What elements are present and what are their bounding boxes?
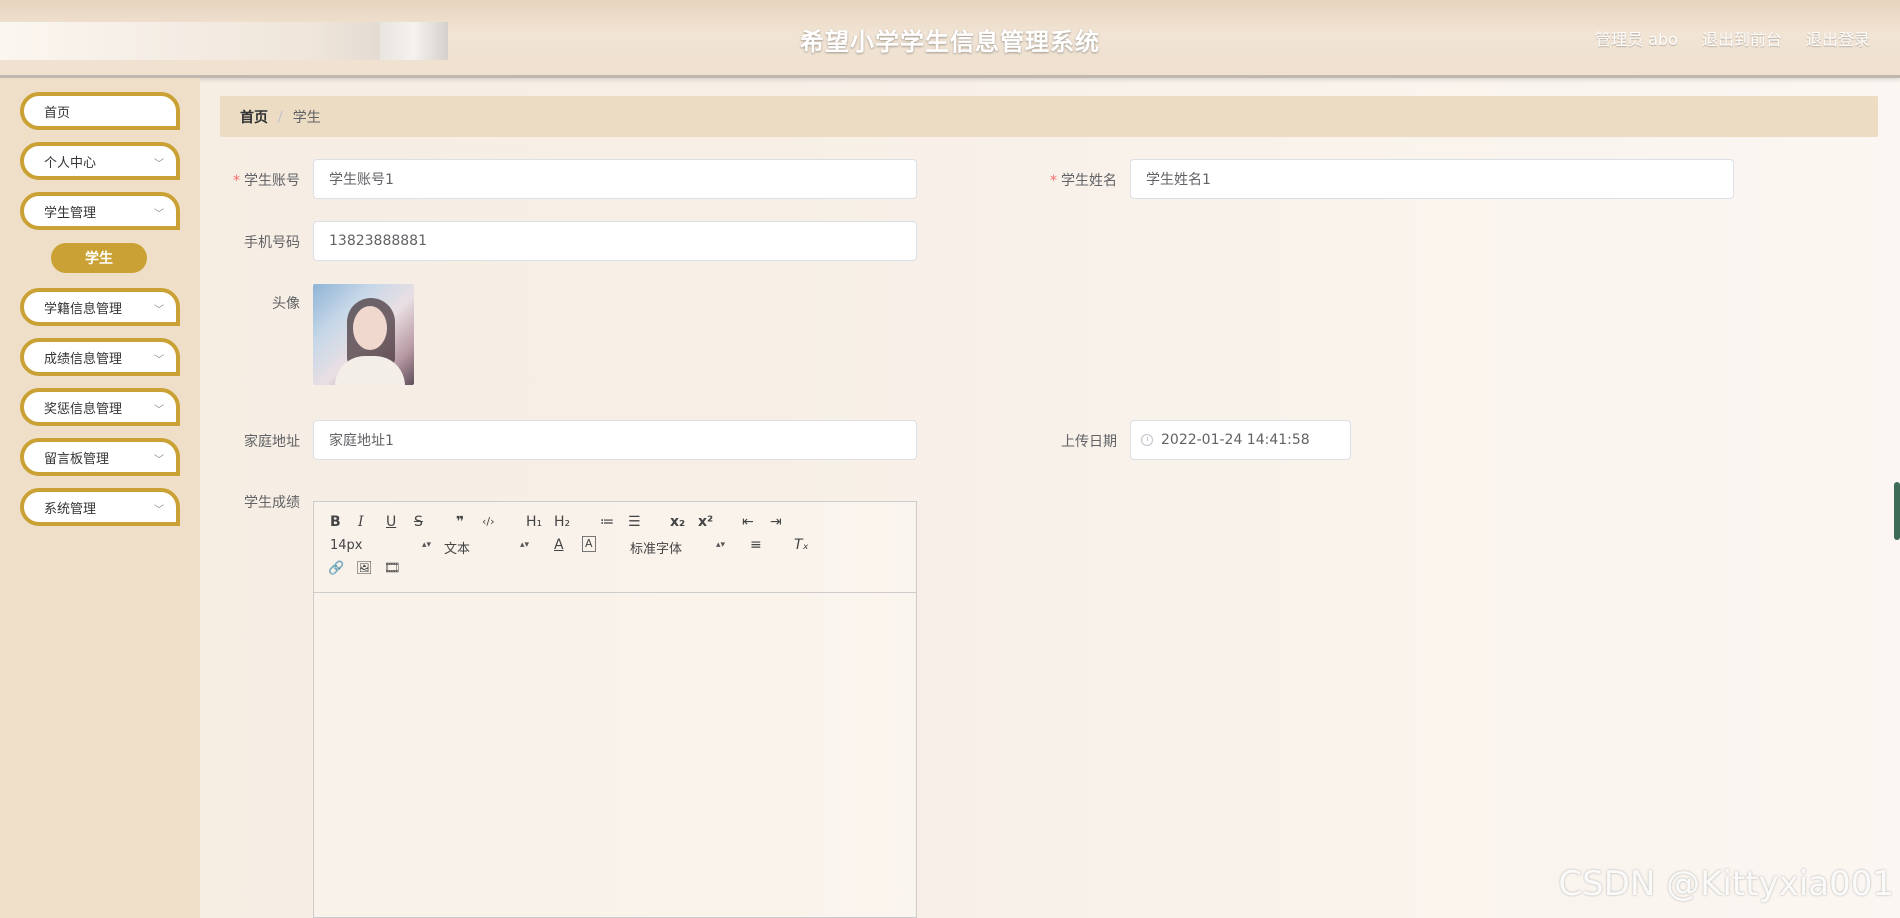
- avatar-label: 头像: [272, 296, 300, 312]
- header1-button[interactable]: H₁: [526, 513, 542, 531]
- current-user-label: 管理员 abo: [1595, 30, 1678, 49]
- logout-link[interactable]: 退出登录: [1806, 26, 1870, 50]
- align-icon[interactable]: ≡: [750, 536, 762, 554]
- required-mark: *: [1050, 173, 1057, 189]
- blockquote-icon[interactable]: ❞: [456, 513, 464, 531]
- bold-button[interactable]: B: [330, 513, 341, 531]
- sidebar-subitem-student[interactable]: 学生: [51, 243, 147, 273]
- sidebar-item-label: 奖惩信息管理: [44, 401, 123, 417]
- student-account-input[interactable]: 学生账号1: [313, 159, 917, 199]
- header2-button[interactable]: H₂: [554, 513, 570, 531]
- chevron-down-icon: ﹀: [154, 355, 164, 366]
- header-links: 管理员 abo 退出到前台 退出登录: [1595, 26, 1870, 50]
- editor-toolbar: B I U S ❞ ‹/› H₁ H₂ ≔ ☰ x₂ x² ⇤ ⇥ 14px ▴…: [314, 502, 916, 593]
- font-size-select[interactable]: 14px ▴▾: [330, 538, 431, 553]
- header-value: 文本: [444, 542, 471, 557]
- address-input[interactable]: 家庭地址1: [313, 420, 917, 460]
- background-color-icon[interactable]: A: [582, 536, 596, 552]
- select-arrows-icon: ▴▾: [716, 540, 726, 550]
- sidebar-item-rewards[interactable]: 奖惩信息管理 ﹀: [20, 388, 180, 426]
- chevron-down-icon: ﹀: [154, 505, 164, 516]
- clear-format-icon[interactable]: Tₓ: [794, 536, 809, 554]
- font-color-icon[interactable]: A: [554, 536, 564, 554]
- name-label: * 学生姓名: [1017, 170, 1117, 190]
- breadcrumb-separator: /: [278, 108, 283, 125]
- avatar-face: [353, 306, 387, 350]
- link-icon[interactable]: 🔗: [328, 560, 344, 578]
- bullet-list-icon[interactable]: ☰: [628, 513, 641, 531]
- italic-button[interactable]: I: [358, 513, 364, 531]
- student-name-input[interactable]: 学生姓名1: [1130, 159, 1734, 199]
- breadcrumb-current: 学生: [292, 109, 321, 126]
- top-header: 希望小学学生信息管理系统 管理员 abo 退出到前台 退出登录: [0, 0, 1900, 78]
- sidebar-item-home[interactable]: 首页: [20, 92, 180, 130]
- required-mark: *: [233, 173, 240, 189]
- chevron-down-icon: ﹀: [154, 405, 164, 416]
- sidebar-item-message-board[interactable]: 留言板管理 ﹀: [20, 438, 180, 476]
- select-arrows-icon: ▴▾: [520, 540, 530, 550]
- avatar-image[interactable]: [313, 284, 414, 385]
- clock-icon: [1141, 434, 1153, 446]
- subscript-button[interactable]: x₂: [670, 513, 685, 531]
- phone-input[interactable]: 13823888881: [313, 221, 917, 261]
- chevron-down-icon: ﹀: [154, 159, 164, 170]
- sidebar-item-personal-center[interactable]: 个人中心 ﹀: [20, 142, 180, 180]
- breadcrumb: 首页 / 学生: [220, 96, 1878, 137]
- strike-button[interactable]: S: [414, 513, 423, 531]
- score-rich-text-editor: B I U S ❞ ‹/› H₁ H₂ ≔ ☰ x₂ x² ⇤ ⇥ 14px ▴…: [313, 501, 917, 918]
- sidebar-item-student-management[interactable]: 学生管理 ﹀: [20, 192, 180, 230]
- sidebar-item-system[interactable]: 系统管理 ﹀: [20, 488, 180, 526]
- outdent-icon[interactable]: ⇤: [742, 513, 754, 531]
- code-block-icon[interactable]: ‹/›: [482, 513, 495, 531]
- image-icon[interactable]: 🖼: [356, 560, 373, 578]
- sidebar-item-label: 学籍信息管理: [44, 301, 123, 317]
- date-label: 上传日期: [1061, 434, 1117, 450]
- sidebar-item-label: 首页: [44, 105, 71, 121]
- superscript-button[interactable]: x²: [698, 513, 713, 531]
- sidebar-item-label: 系统管理: [44, 501, 97, 517]
- score-label: 学生成绩: [244, 495, 300, 511]
- font-size-value: 14px: [330, 538, 363, 553]
- account-label: * 学生账号: [200, 170, 300, 190]
- header-select[interactable]: 文本 ▴▾: [444, 538, 534, 557]
- sidebar-item-enrollment[interactable]: 学籍信息管理 ﹀: [20, 288, 180, 326]
- watermark: CSDN @Kittyxia001: [1558, 864, 1894, 904]
- upload-date-picker[interactable]: 2022-01-24 14:41:58: [1130, 420, 1351, 460]
- select-arrows-icon: ▴▾: [422, 540, 432, 550]
- upload-date-value: 2022-01-24 14:41:58: [1161, 432, 1310, 448]
- chevron-down-icon: ﹀: [154, 305, 164, 316]
- exit-to-front-link[interactable]: 退出到前台: [1702, 26, 1782, 50]
- font-family-select[interactable]: 标准字体 ▴▾: [630, 538, 730, 557]
- sidebar-item-label: 成绩信息管理: [44, 351, 123, 367]
- scrollbar-handle[interactable]: [1894, 482, 1900, 540]
- font-family-value: 标准字体: [630, 542, 683, 557]
- sidebar-item-label: 个人中心: [44, 155, 97, 171]
- chevron-down-icon: ﹀: [154, 455, 164, 466]
- underline-button[interactable]: U: [386, 513, 396, 531]
- account-label-text: 学生账号: [244, 173, 300, 189]
- indent-icon[interactable]: ⇥: [770, 513, 782, 531]
- breadcrumb-home[interactable]: 首页: [240, 107, 268, 127]
- sidebar-item-grades[interactable]: 成绩信息管理 ﹀: [20, 338, 180, 376]
- editor-content-area[interactable]: [314, 593, 916, 918]
- sidebar-item-label: 学生管理: [44, 205, 97, 221]
- chevron-down-icon: ﹀: [154, 209, 164, 220]
- video-icon[interactable]: 🎞: [384, 560, 401, 578]
- ordered-list-icon[interactable]: ≔: [600, 513, 614, 531]
- phone-label: 手机号码: [244, 235, 300, 251]
- address-label: 家庭地址: [244, 434, 300, 450]
- name-label-text: 学生姓名: [1061, 173, 1117, 189]
- sidebar-item-label: 留言板管理: [44, 451, 110, 467]
